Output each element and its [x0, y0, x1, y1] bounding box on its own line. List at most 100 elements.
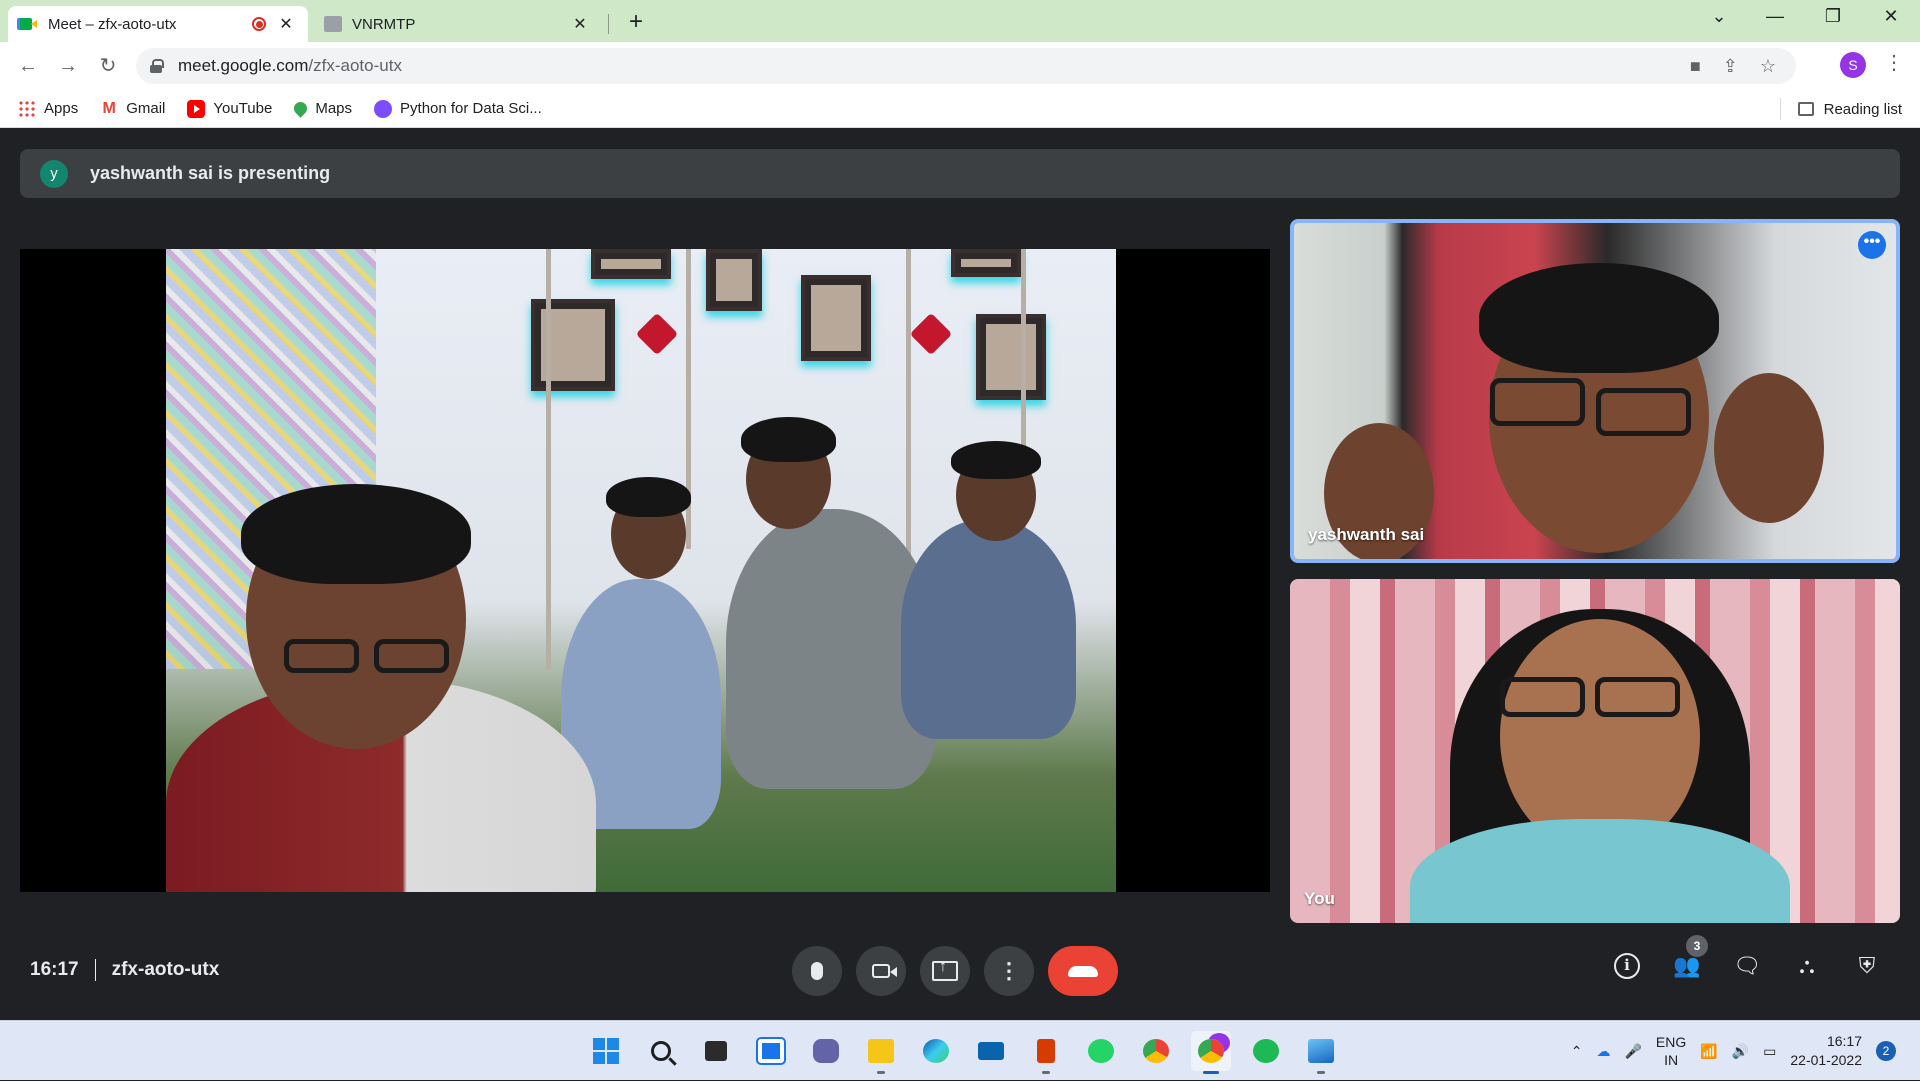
edge-button[interactable]	[916, 1031, 956, 1071]
photo-frame	[976, 314, 1046, 400]
widgets-button[interactable]	[751, 1031, 791, 1071]
photos-icon	[1308, 1039, 1334, 1063]
chrome-menu-icon[interactable]: ⋮	[1884, 50, 1904, 75]
bookmark-python-course[interactable]: Python for Data Sci...	[374, 99, 542, 118]
microphone-tray-icon[interactable]: 🎤	[1624, 1043, 1641, 1060]
participant-tile-yashwanth[interactable]: ••• yashwanth sai	[1290, 219, 1900, 563]
photo-frame	[706, 249, 762, 311]
participant-name: yashwanth sai	[1308, 525, 1425, 544]
camera-button[interactable]	[856, 946, 906, 996]
minimize-button[interactable]: —	[1752, 6, 1798, 27]
camera-in-use-icon[interactable]: ■	[1690, 56, 1701, 77]
close-tab-icon[interactable]: ✕	[570, 14, 590, 34]
hang-up-icon	[1068, 965, 1098, 977]
participant-hand	[1714, 373, 1824, 523]
chrome-profile-button[interactable]	[1191, 1031, 1231, 1074]
reload-button[interactable]: ↻	[94, 52, 122, 80]
present-now-button[interactable]	[920, 946, 970, 996]
office-button[interactable]	[1026, 1031, 1066, 1074]
battery-icon[interactable]: ▭	[1763, 1043, 1776, 1060]
shield-icon: ⛨	[1858, 953, 1876, 978]
clock[interactable]: 16:17 22-01-2022	[1790, 1032, 1862, 1070]
heart-decoration	[909, 312, 953, 356]
share-icon[interactable]: ⇪	[1723, 56, 1738, 77]
bookmark-gmail[interactable]: M Gmail	[100, 100, 166, 118]
show-hidden-icons-icon[interactable]: ⌃	[1571, 1043, 1583, 1060]
bookmark-apps[interactable]: Apps	[18, 99, 79, 118]
person-hair	[741, 417, 836, 462]
glasses	[1595, 677, 1680, 717]
close-tab-icon[interactable]: ✕	[276, 14, 296, 34]
tab-vnrmtp[interactable]: VNRMTP ✕	[312, 6, 602, 42]
photos-button[interactable]	[1301, 1031, 1341, 1074]
photo-frame	[591, 249, 671, 279]
bookmark-maps[interactable]: Maps	[291, 99, 352, 118]
bookmark-label: Python for Data Sci...	[400, 100, 542, 117]
maps-pin-icon	[291, 99, 311, 118]
spotify-button[interactable]	[1246, 1031, 1286, 1071]
new-tab-button[interactable]: +	[624, 8, 648, 36]
swing-rope	[546, 249, 551, 669]
participant-tile-self[interactable]: You	[1290, 579, 1900, 923]
course-icon	[374, 99, 393, 118]
host-controls-button[interactable]: ⛨	[1850, 949, 1884, 983]
microphone-button[interactable]	[792, 946, 842, 996]
microphone-icon	[811, 962, 823, 980]
spotify-icon	[1253, 1039, 1279, 1063]
tab-meet[interactable]: Meet – zfx-aoto-utx ✕	[8, 6, 308, 42]
back-button[interactable]: ←	[14, 52, 42, 80]
tab-divider	[608, 14, 609, 34]
onedrive-icon[interactable]: ☁	[1596, 1043, 1610, 1060]
wifi-icon[interactable]: 📶	[1700, 1043, 1717, 1060]
person-hair	[241, 484, 471, 584]
teams-chat-button[interactable]	[806, 1031, 846, 1071]
notification-badge[interactable]: 2	[1876, 1041, 1896, 1061]
meeting-time: 16:17	[30, 959, 79, 980]
folder-icon	[868, 1039, 894, 1063]
photo-frame	[801, 275, 871, 361]
bookmark-star-icon[interactable]: ☆	[1760, 56, 1776, 77]
start-button[interactable]	[586, 1031, 626, 1071]
search-button[interactable]	[641, 1031, 681, 1071]
presenting-banner: y yashwanth sai is presenting	[20, 149, 1900, 198]
whatsapp-button[interactable]	[1081, 1031, 1121, 1071]
lock-icon[interactable]	[150, 59, 164, 73]
activities-button[interactable]: ⛬	[1790, 949, 1824, 983]
presenter-avatar: y	[40, 159, 68, 188]
language-code: ENG	[1655, 1034, 1687, 1050]
meet-window: y yashwanth sai is presenting ••• yashwa…	[0, 129, 1920, 1020]
maximize-button[interactable]: ❐	[1810, 6, 1856, 27]
volume-icon[interactable]: 🔊	[1732, 1043, 1749, 1060]
bookmarks-bar: Apps M Gmail YouTube Maps Python for Data…	[0, 90, 1920, 128]
reading-list-button[interactable]: Reading list	[1797, 90, 1902, 128]
tab-search-dropdown-icon[interactable]: ⌄	[1696, 6, 1742, 27]
profile-avatar[interactable]: S	[1840, 52, 1866, 78]
people-button[interactable]: 👥 3	[1670, 935, 1708, 983]
bookmark-label: Apps	[44, 100, 79, 117]
glasses	[1500, 677, 1585, 717]
more-options-button[interactable]: •••	[1858, 231, 1886, 259]
forward-button[interactable]: →	[54, 52, 82, 80]
person-hair	[951, 441, 1041, 479]
chat-icon: 🗨	[1733, 953, 1761, 978]
person-hair	[606, 477, 691, 517]
language-indicator[interactable]: ENG IN	[1656, 1033, 1686, 1069]
meeting-details-button[interactable]: i	[1610, 949, 1644, 983]
person-body	[901, 519, 1076, 739]
presentation-stage[interactable]	[20, 249, 1270, 892]
file-explorer-button[interactable]	[861, 1031, 901, 1074]
mail-icon	[978, 1042, 1004, 1060]
close-window-button[interactable]: ✕	[1868, 6, 1914, 27]
chrome-button[interactable]	[1136, 1031, 1176, 1071]
meeting-code: zfx-aoto-utx	[111, 959, 220, 980]
more-options-button[interactable]: ⋮	[984, 946, 1034, 996]
task-view-button[interactable]	[696, 1031, 736, 1071]
bookmark-youtube[interactable]: YouTube	[187, 99, 272, 118]
bookmarks-divider	[1780, 98, 1781, 120]
recording-icon	[252, 17, 266, 31]
swing-rope	[906, 249, 911, 569]
address-bar[interactable]: meet.google.com/zfx-aoto-utx ■ ⇪ ☆	[136, 48, 1796, 84]
mail-button[interactable]	[971, 1031, 1011, 1071]
chat-button[interactable]: 🗨	[1730, 949, 1764, 983]
leave-call-button[interactable]	[1048, 946, 1118, 996]
